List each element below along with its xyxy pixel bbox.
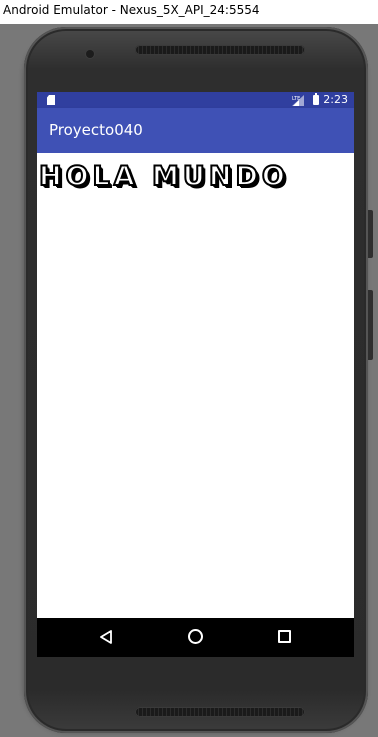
back-icon[interactable]: [99, 630, 113, 644]
bottom-speaker-grille: [135, 707, 305, 717]
app-action-bar: Proyecto040: [37, 108, 354, 153]
recents-icon[interactable]: [278, 630, 291, 643]
sd-card-icon: [47, 95, 55, 105]
hello-world-text: HOLA MUNDO: [38, 160, 289, 193]
front-camera-icon: [86, 50, 94, 58]
device-screen: LTE 2:23 Proyecto040 HOLA MUNDO: [37, 92, 354, 657]
home-icon[interactable]: [188, 629, 203, 644]
navigation-bar: [37, 618, 354, 657]
signal-lte-icon: LTE: [292, 95, 304, 106]
app-title: Proyecto040: [49, 121, 143, 139]
power-button[interactable]: [368, 210, 373, 258]
svg-text:LTE: LTE: [292, 96, 300, 102]
battery-icon: [313, 93, 319, 105]
volume-button[interactable]: [368, 290, 373, 360]
status-clock: 2:23: [323, 93, 348, 106]
emulator-window-title: Android Emulator - Nexus_5X_API_24:5554: [0, 0, 378, 24]
activity-content: HOLA MUNDO: [37, 153, 354, 618]
status-bar: LTE 2:23: [37, 92, 354, 108]
top-speaker-grille: [135, 45, 305, 55]
